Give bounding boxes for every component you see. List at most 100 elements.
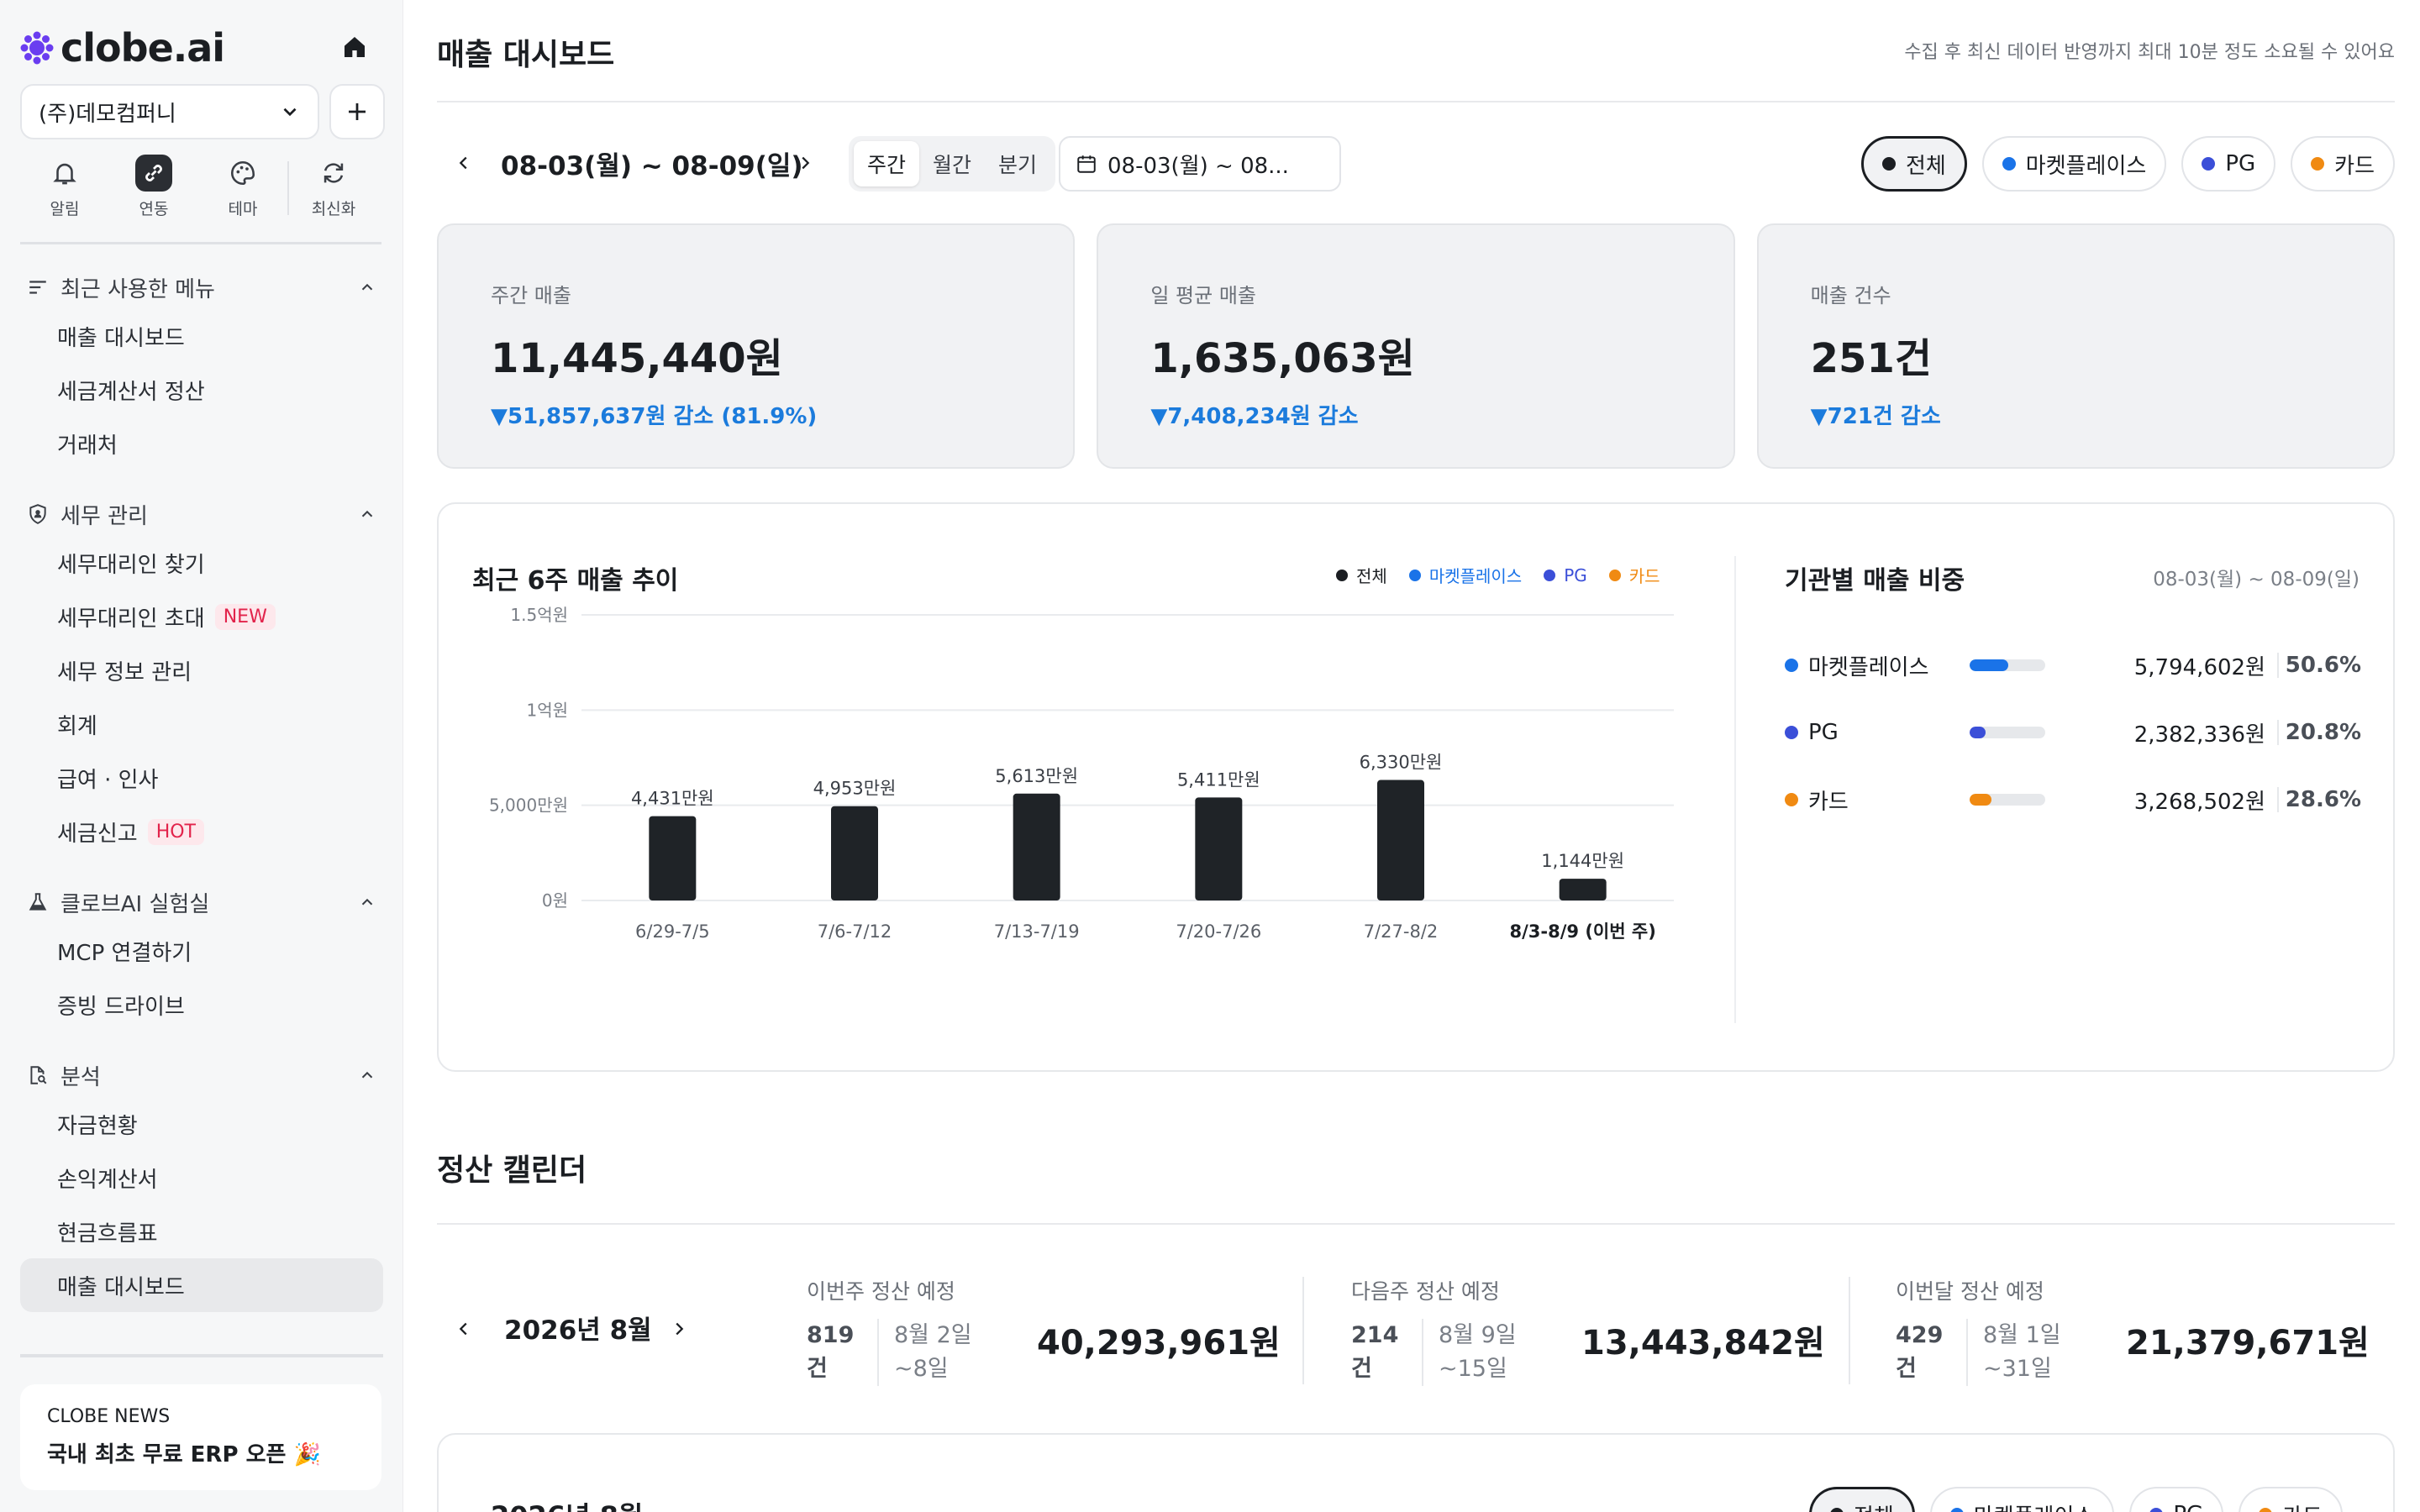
main-content: 매출 대시보드 수집 후 최신 데이터 반영까지 최대 10분 정도 소요될 수… — [437, 0, 2395, 1512]
sidebar-item-find-accountant[interactable]: 세무대리인 찾기 — [20, 536, 383, 590]
company-select[interactable]: (주)데모컴퍼니 — [20, 84, 319, 139]
share-bar — [1970, 794, 2045, 806]
filter-label: 마켓플레이스 — [1974, 1499, 2095, 1512]
x-tick-label: 7/20-7/26 — [1176, 921, 1261, 942]
kpi-delta: ▼7,408,234원 감소 — [1150, 404, 1359, 429]
x-tick-label: 8/3-8/9 (이번 주) — [1510, 921, 1656, 942]
share-amount: 3,268,502원 — [2133, 789, 2265, 815]
x-tick-label: 7/27-8/2 — [1364, 921, 1439, 942]
quick-alarm-label: 알림 — [50, 200, 80, 218]
tab-monthly[interactable]: 월간 — [919, 141, 985, 186]
data-delay-notice: 수집 후 최신 데이터 반영까지 최대 10분 정도 소요될 수 있어요 — [1904, 42, 2395, 63]
tab-quarterly[interactable]: 분기 — [985, 141, 1050, 186]
x-tick-label: 7/13-7/19 — [994, 921, 1080, 942]
bar-value-label: 5,411만원 — [1177, 769, 1260, 790]
filter-all[interactable]: 전체 — [1860, 136, 1967, 192]
shield-icon — [29, 504, 46, 524]
calendar-filter-marketplace[interactable]: 마켓플레이스 — [1929, 1487, 2115, 1512]
flask-icon — [29, 893, 47, 911]
share-percent: 50.6% — [2277, 653, 2361, 678]
sidebar-item-tax-invoice[interactable]: 세금계산서 정산 — [20, 363, 383, 417]
y-tick-label: 0원 — [542, 890, 568, 911]
sidebar-item-sales-dashboard-active[interactable]: 매출 대시보드 — [20, 1258, 383, 1312]
share-bar-fill — [1970, 727, 1986, 738]
sidebar-item-sales-dashboard[interactable]: 매출 대시보드 — [20, 309, 383, 363]
settle-this-week: 이번주 정산 예정 819건 8월 2일~8일 40,293,961원 — [807, 1275, 1294, 1393]
share-percent: 28.6% — [2277, 787, 2361, 812]
share-row-card: 카드 3,268,502원 28.6% — [1785, 766, 2361, 833]
filter-label: 마켓플레이스 — [2025, 153, 2147, 179]
dot-icon — [2149, 1508, 2164, 1512]
sidebar-item-accounting[interactable]: 회계 — [20, 697, 383, 751]
chevron-up-icon — [361, 898, 373, 906]
dot-icon — [1544, 569, 1556, 581]
prev-month-button[interactable] — [445, 1310, 482, 1347]
menu-section-recent[interactable]: 최근 사용한 메뉴 — [20, 265, 383, 309]
sidebar-item-invite-accountant[interactable]: 세무대리인 초대 NEW — [20, 590, 383, 643]
news-card[interactable]: CLOBE NEWS 국내 최초 무료 ERP 오픈 🎉 — [20, 1384, 381, 1490]
news-label: CLOBE NEWS — [47, 1406, 171, 1427]
share-amount: 2,382,336원 — [2133, 722, 2265, 748]
sidebar-item-label: 세무대리인 초대 — [57, 606, 205, 632]
menu-section-tax[interactable]: 세무 관리 — [20, 492, 383, 536]
sidebar-item-cash-status[interactable]: 자금현황 — [20, 1097, 383, 1151]
sidebar-item-tax-info[interactable]: 세무 정보 관리 — [20, 643, 383, 697]
bar-chart: 0원 5,000만원 1억원 1.5억원 4,431만원 6/29-7/5 4,953만원 7… — [489, 605, 1674, 942]
next-month-button[interactable] — [660, 1310, 697, 1347]
kpi-label: 주간 매출 — [491, 284, 571, 307]
filter-label: PG — [2225, 151, 2256, 176]
kpi-value: 1,635,063원 — [1150, 335, 1415, 382]
settle-count: 819건 — [807, 1322, 855, 1382]
calendar-filter-all[interactable]: 전체 — [1808, 1487, 1915, 1512]
company-name: (주)데모컴퍼니 — [39, 101, 176, 127]
filter-pg[interactable]: PG — [2181, 136, 2276, 192]
quick-actions: 알림 연동 테마 최신화 — [20, 155, 383, 223]
quick-refresh-button[interactable]: 최신화 — [289, 155, 378, 223]
quick-link-button[interactable]: 연동 — [109, 155, 198, 223]
sidebar-item-mcp[interactable]: MCP 연결하기 — [20, 924, 383, 978]
kpi-label: 일 평균 매출 — [1150, 284, 1256, 307]
quick-theme-button[interactable]: 테마 — [198, 155, 287, 223]
share-percent: 20.8% — [2277, 720, 2361, 745]
filter-marketplace[interactable]: 마켓플레이스 — [1981, 136, 2167, 192]
quick-alarm-button[interactable]: 알림 — [20, 155, 109, 223]
clobe-logo-icon — [20, 31, 54, 65]
dot-icon — [1408, 569, 1421, 581]
filter-card[interactable]: 카드 — [2291, 136, 2395, 192]
kpi-value: 251건 — [1810, 335, 1933, 382]
quick-link-label: 연동 — [139, 200, 169, 218]
settle-count: 214건 — [1351, 1322, 1399, 1382]
filter-label: 카드 — [2334, 153, 2375, 179]
dot-icon — [2259, 1508, 2273, 1512]
bar-value-label: 6,330만원 — [1360, 753, 1443, 773]
home-button[interactable] — [336, 29, 373, 66]
share-name: 마켓플레이스 — [1808, 654, 1929, 680]
share-title: 기관별 매출 비중 — [1785, 566, 1965, 596]
sidebar-item-partners[interactable]: 거래처 — [20, 417, 383, 470]
next-period-button[interactable] — [786, 144, 823, 181]
sidebar-item-tax-report[interactable]: 세금신고 HOT — [20, 805, 383, 858]
date-range-picker[interactable]: 08-03(월) ~ 08... — [1059, 136, 1341, 192]
calendar-divider — [437, 1223, 2395, 1225]
dot-icon — [1785, 726, 1798, 739]
brand-logo[interactable]: clobe.ai — [20, 25, 225, 71]
sidebar-item-evidence-drive[interactable]: 증빙 드라이브 — [20, 978, 383, 1032]
calendar-filter-pg[interactable]: PG — [2129, 1487, 2224, 1512]
sidebar-item-income-statement[interactable]: 손익계산서 — [20, 1151, 383, 1205]
sidebar-item-cash-flow[interactable]: 현금흐름표 — [20, 1205, 383, 1258]
calendar-filter-card[interactable]: 카드 — [2238, 1487, 2343, 1512]
menu-section-title: 분석 — [60, 1064, 101, 1090]
menu-section-lab[interactable]: 클로브AI 실험실 — [20, 880, 383, 924]
sidebar-item-payroll[interactable]: 급여 · 인사 — [20, 751, 383, 805]
legend-item-pg: PG — [1544, 563, 1587, 587]
menu-section-analysis[interactable]: 분석 — [20, 1053, 383, 1097]
kpi-weekly-sales: 주간 매출 11,445,440원 ▼51,857,637원 감소 (81.9%… — [437, 223, 1076, 469]
period-toolbar: 08-03(월) ~ 08-09(일) 주간 월간 분기 08-03(월) ~ … — [437, 136, 2395, 192]
x-tick-label: 7/6-7/12 — [818, 921, 892, 942]
link-icon — [145, 165, 162, 181]
add-company-button[interactable] — [329, 84, 385, 139]
card-divider — [1734, 556, 1736, 1023]
prev-period-button[interactable] — [445, 144, 482, 181]
settle-this-month: 이번달 정산 예정 429건 8월 1일~31일 21,379,671원 — [1896, 1275, 2383, 1393]
tab-weekly[interactable]: 주간 — [854, 141, 920, 186]
